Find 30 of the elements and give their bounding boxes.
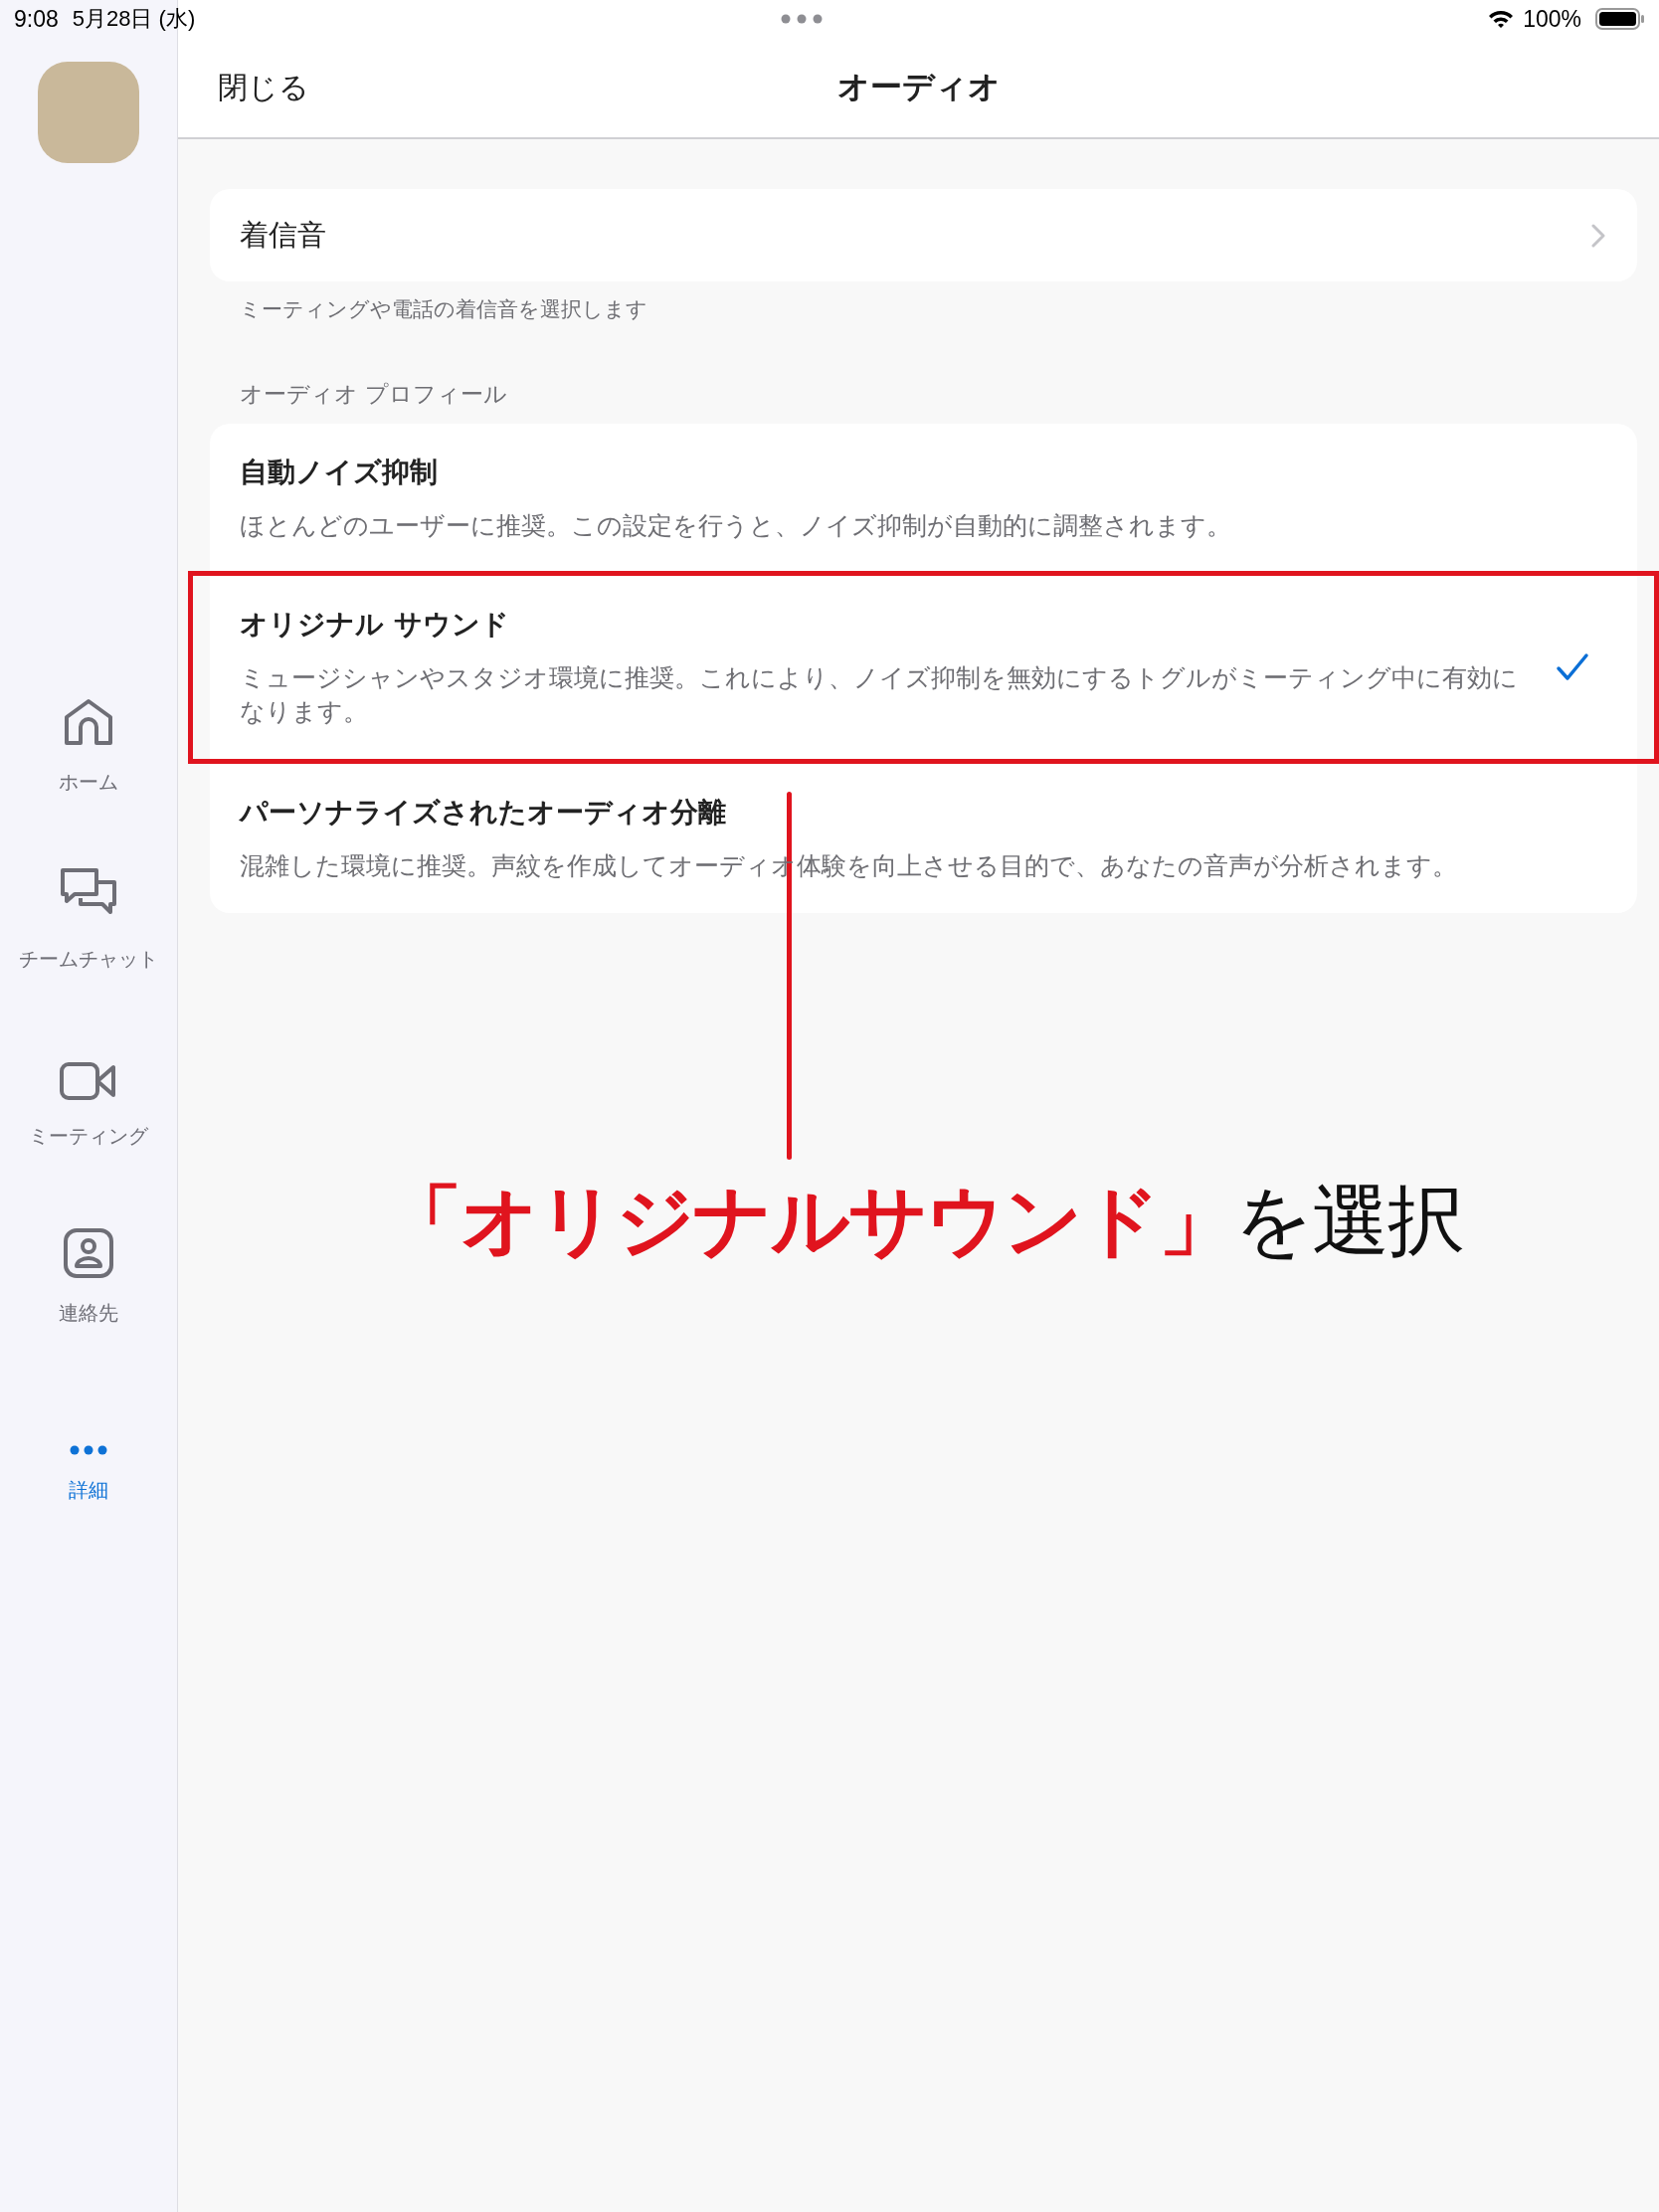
more-dots-icon: [70, 1445, 107, 1455]
checkmark-icon: [1556, 652, 1589, 682]
ringtone-row[interactable]: 着信音: [210, 189, 1637, 281]
sidebar-tab[interactable]: 連絡先: [19, 1215, 158, 1327]
battery-percent: 100%: [1523, 5, 1581, 33]
contact-card-icon: [64, 1228, 113, 1278]
ringtone-caption: ミーティングや電話の着信音を選択します: [240, 296, 648, 323]
option-description: ほとんどのユーザーに推奨。この設定を行うと、ノイズ抑制が自動的に調整されます。: [240, 510, 1232, 542]
page-title: オーディオ: [836, 67, 1001, 107]
avatar-photo-placeholder[interactable]: [38, 62, 139, 163]
sidebar-tab[interactable]: チームチャット: [19, 861, 158, 973]
option-description: ミュージシャンやスタジオ環境に推奨。これにより、ノイズ抑制を無効にするトグルがミーティング中に有効になります。: [240, 662, 1519, 728]
close-button[interactable]: 閉じる: [218, 67, 309, 108]
option-title: オリジナル サウンド: [240, 607, 510, 643]
chevron-right-icon: [1591, 223, 1605, 248]
sidebar-tab[interactable]: ミーティング: [19, 1038, 158, 1150]
home-icon: [63, 697, 114, 747]
sidebar-tab[interactable]: 詳細: [19, 1392, 158, 1504]
battery-icon: [1595, 8, 1645, 30]
profile-option[interactable]: オリジナル サウンド ミュージシャンやスタジオ環境に推奨。これにより、ノイズ抑制を無効にするトグルがミーティング中に有効になります。: [188, 571, 1659, 764]
option-title: パーソナライズされたオーディオ分離: [240, 795, 727, 830]
status-time: 9:08: [14, 5, 59, 33]
annotation-text: 「オリジナルサウンド」を選択: [383, 1175, 1464, 1267]
sidebar-tab[interactable]: ホーム: [19, 684, 158, 796]
video-camera-icon: [60, 1061, 117, 1101]
option-title: 自動ノイズ抑制: [240, 455, 439, 490]
multitasking-dots-icon[interactable]: [780, 14, 823, 24]
wifi-icon: [1487, 9, 1516, 29]
status-date: 5月28日 (水): [72, 5, 196, 33]
section-header: オーディオ プロフィール: [240, 380, 509, 409]
